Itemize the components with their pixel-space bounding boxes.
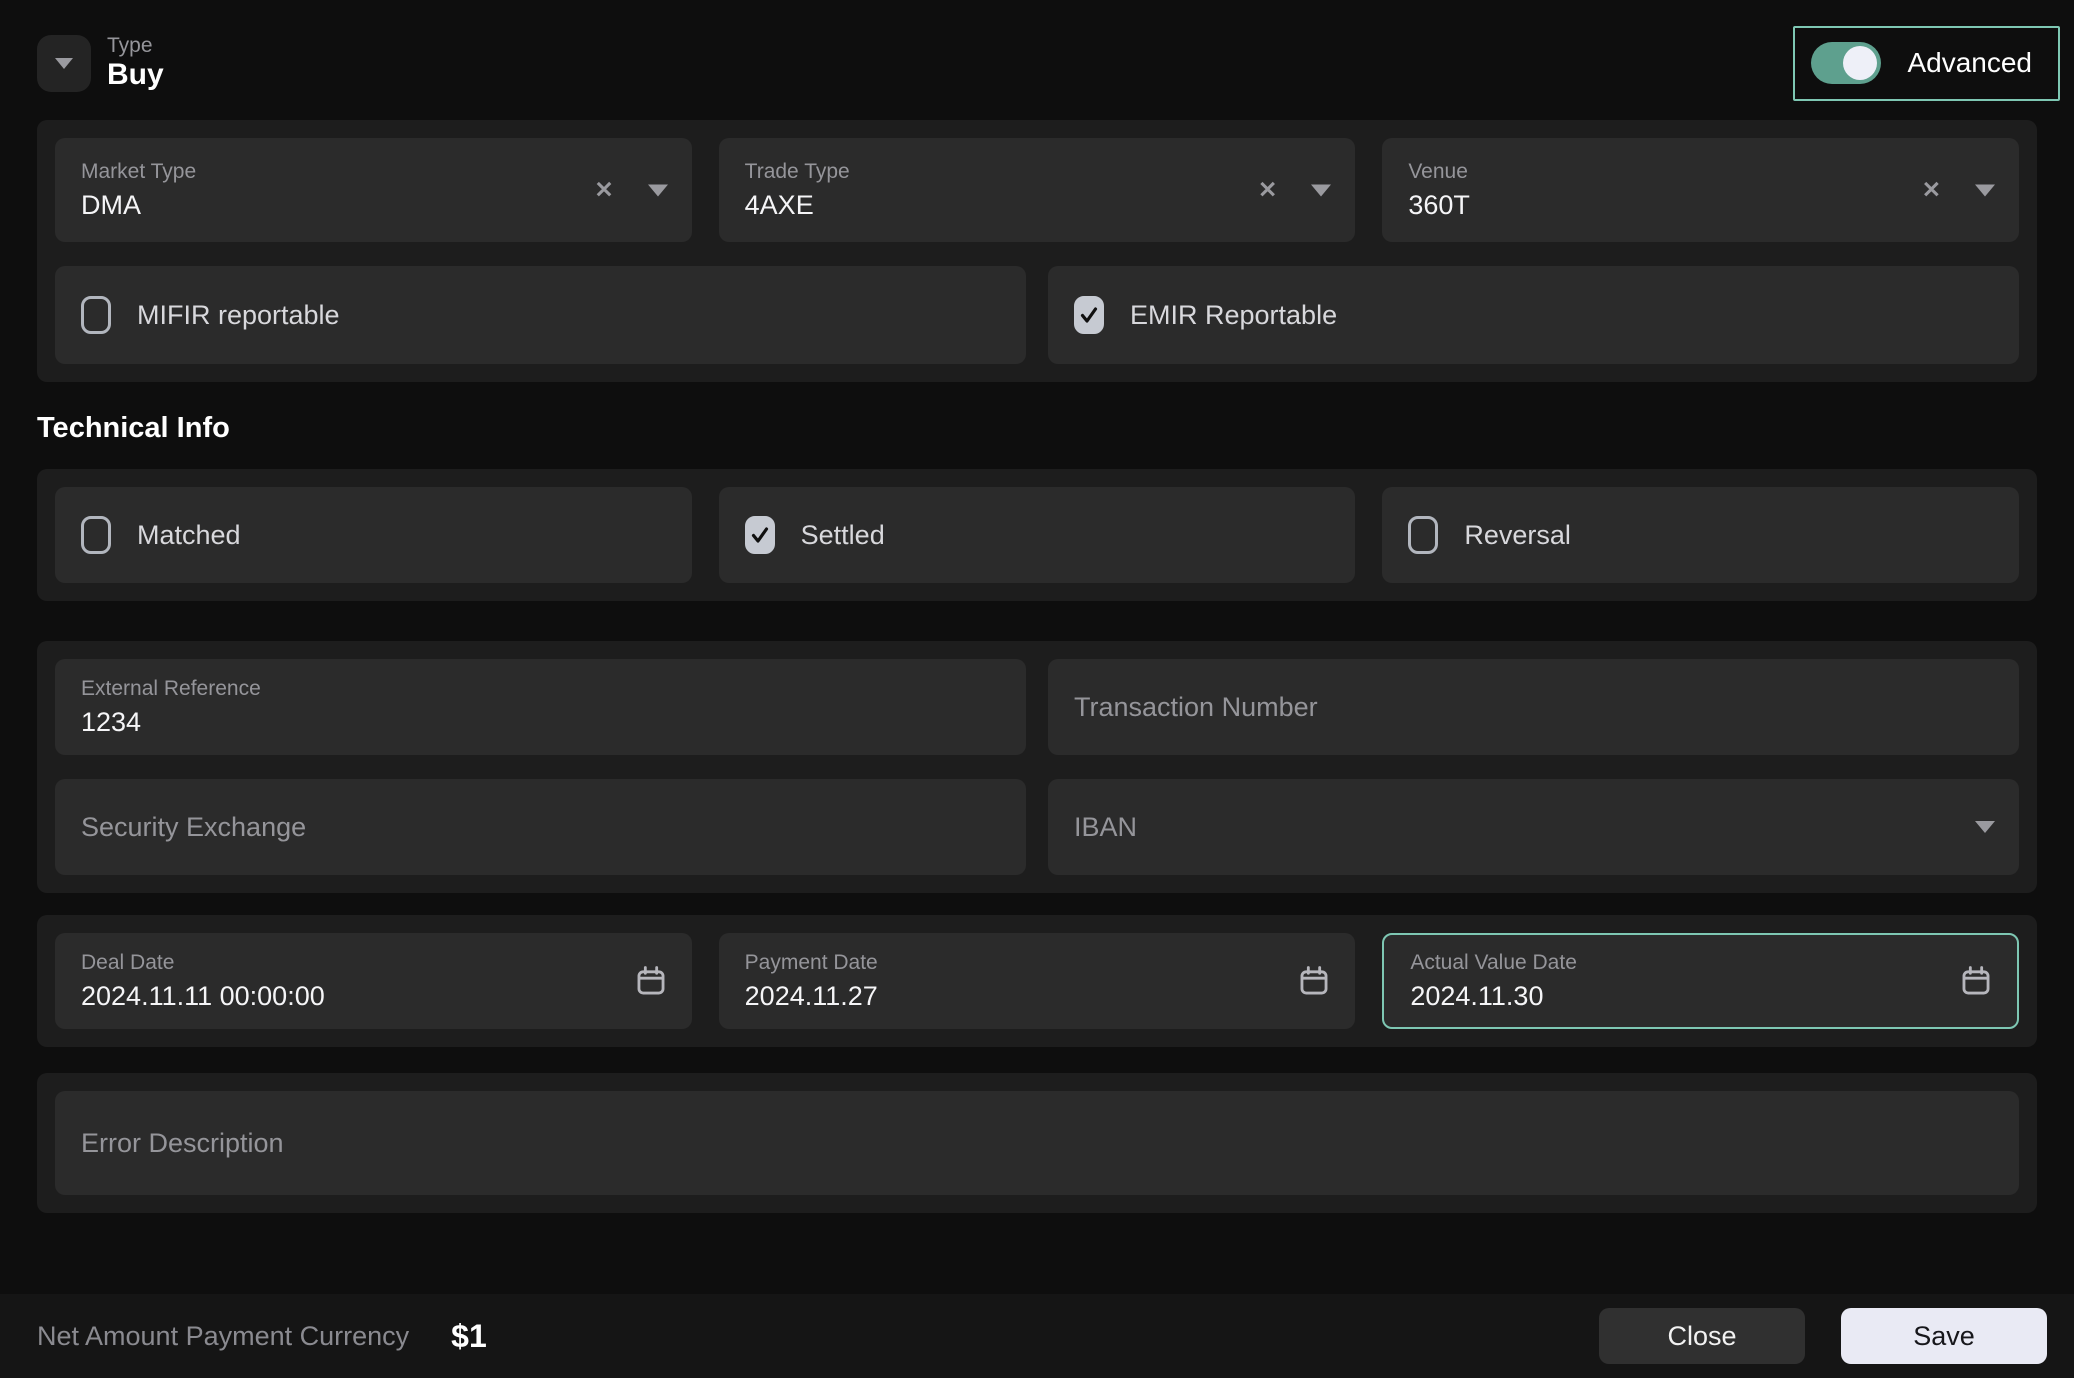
advanced-toggle-group[interactable]: Advanced bbox=[1793, 26, 2060, 101]
technical-info-heading: Technical Info bbox=[37, 412, 2037, 445]
settled-checkbox[interactable] bbox=[745, 516, 775, 554]
deal-date-field[interactable]: Deal Date 2024.11.11 00:00:00 bbox=[55, 933, 692, 1029]
clear-icon[interactable]: ✕ bbox=[594, 179, 613, 202]
chevron-down-icon[interactable] bbox=[648, 184, 668, 196]
reportable-row: MIFIR reportable EMIR Reportable bbox=[55, 266, 2019, 364]
actual-value-date-label: Actual Value Date bbox=[1410, 951, 1991, 975]
market-type-select[interactable]: Market Type DMA ✕ bbox=[55, 138, 692, 242]
matched-label: Matched bbox=[137, 520, 241, 551]
external-reference-label: External Reference bbox=[81, 677, 1000, 701]
trade-type-label: Trade Type bbox=[745, 160, 1330, 184]
matched-checkbox-card[interactable]: Matched bbox=[55, 487, 692, 583]
mifir-label: MIFIR reportable bbox=[137, 300, 340, 331]
flags-row: Matched Settled Reversal bbox=[55, 487, 2019, 583]
iban-placeholder: IBAN bbox=[1074, 812, 1993, 843]
error-description-placeholder: Error Description bbox=[81, 1128, 1993, 1159]
chevron-down-icon[interactable] bbox=[1975, 821, 1995, 833]
toggle-knob bbox=[1843, 46, 1877, 80]
select-row: Market Type DMA ✕ Trade Type 4AXE ✕ Venu… bbox=[55, 138, 2019, 242]
actual-value-date-field[interactable]: Actual Value Date 2024.11.30 bbox=[1382, 933, 2019, 1029]
venue-value: 360T bbox=[1408, 190, 1993, 221]
iban-select[interactable]: IBAN bbox=[1048, 779, 2019, 875]
chevron-down-icon[interactable] bbox=[1975, 184, 1995, 196]
dates-panel: Deal Date 2024.11.11 00:00:00 Payment Da… bbox=[37, 915, 2037, 1047]
calendar-icon[interactable] bbox=[1297, 964, 1331, 998]
payment-date-value: 2024.11.27 bbox=[745, 981, 1330, 1012]
market-type-label: Market Type bbox=[81, 160, 666, 184]
clear-icon[interactable]: ✕ bbox=[1258, 179, 1277, 202]
settled-checkbox-card[interactable]: Settled bbox=[719, 487, 1356, 583]
transaction-number-placeholder: Transaction Number bbox=[1074, 692, 1993, 723]
reversal-checkbox[interactable] bbox=[1408, 516, 1438, 554]
market-type-value: DMA bbox=[81, 190, 666, 221]
calendar-icon[interactable] bbox=[634, 964, 668, 998]
payment-date-field[interactable]: Payment Date 2024.11.27 bbox=[719, 933, 1356, 1029]
type-label: Type bbox=[107, 33, 164, 58]
advanced-label: Advanced bbox=[1907, 47, 2032, 79]
type-dropdown-button[interactable] bbox=[37, 35, 91, 92]
type-selector: Type Buy bbox=[37, 33, 164, 93]
calendar-icon[interactable] bbox=[1959, 964, 1993, 998]
error-panel: Error Description bbox=[37, 1073, 2037, 1213]
actual-value-date-value: 2024.11.30 bbox=[1410, 981, 1991, 1012]
transaction-number-field[interactable]: Transaction Number bbox=[1048, 659, 2019, 755]
clear-icon[interactable]: ✕ bbox=[1922, 179, 1941, 202]
footer: Net Amount Payment Currency $1 Close Sav… bbox=[0, 1294, 2074, 1378]
net-amount-group: Net Amount Payment Currency $1 bbox=[37, 1318, 487, 1355]
security-exchange-placeholder: Security Exchange bbox=[81, 812, 1000, 843]
external-reference-field[interactable]: External Reference 1234 bbox=[55, 659, 1026, 755]
header: Type Buy Advanced bbox=[37, 24, 2060, 102]
reference-fields-panel: External Reference 1234 Transaction Numb… bbox=[37, 641, 2037, 893]
venue-select[interactable]: Venue 360T ✕ bbox=[1382, 138, 2019, 242]
save-button[interactable]: Save bbox=[1841, 1308, 2047, 1364]
classification-panel: Market Type DMA ✕ Trade Type 4AXE ✕ Venu… bbox=[37, 120, 2037, 382]
settled-label: Settled bbox=[801, 520, 885, 551]
checkmark-icon bbox=[749, 524, 771, 546]
footer-actions: Close Save bbox=[1599, 1308, 2047, 1364]
checkmark-icon bbox=[1078, 304, 1100, 326]
advanced-toggle[interactable] bbox=[1811, 42, 1881, 84]
security-exchange-field[interactable]: Security Exchange bbox=[55, 779, 1026, 875]
venue-label: Venue bbox=[1408, 160, 1993, 184]
net-amount-value: $1 bbox=[451, 1318, 487, 1355]
deal-date-label: Deal Date bbox=[81, 951, 666, 975]
error-description-field[interactable]: Error Description bbox=[55, 1091, 2019, 1195]
reversal-checkbox-card[interactable]: Reversal bbox=[1382, 487, 2019, 583]
external-reference-value: 1234 bbox=[81, 707, 1000, 738]
type-display: Type Buy bbox=[107, 33, 164, 93]
mifir-checkbox[interactable] bbox=[81, 296, 111, 334]
trade-type-value: 4AXE bbox=[745, 190, 1330, 221]
reversal-label: Reversal bbox=[1464, 520, 1571, 551]
deal-date-value: 2024.11.11 00:00:00 bbox=[81, 981, 666, 1012]
trade-type-select[interactable]: Trade Type 4AXE ✕ bbox=[719, 138, 1356, 242]
net-amount-label: Net Amount Payment Currency bbox=[37, 1321, 409, 1352]
emir-reportable-checkbox-card[interactable]: EMIR Reportable bbox=[1048, 266, 2019, 364]
chevron-down-icon[interactable] bbox=[1311, 184, 1331, 196]
chevron-down-icon bbox=[55, 58, 73, 69]
status-flags-panel: Matched Settled Reversal bbox=[37, 469, 2037, 601]
matched-checkbox[interactable] bbox=[81, 516, 111, 554]
type-value: Buy bbox=[107, 58, 164, 93]
emir-label: EMIR Reportable bbox=[1130, 300, 1337, 331]
emir-checkbox[interactable] bbox=[1074, 296, 1104, 334]
close-button[interactable]: Close bbox=[1599, 1308, 1805, 1364]
mifir-reportable-checkbox-card[interactable]: MIFIR reportable bbox=[55, 266, 1026, 364]
payment-date-label: Payment Date bbox=[745, 951, 1330, 975]
